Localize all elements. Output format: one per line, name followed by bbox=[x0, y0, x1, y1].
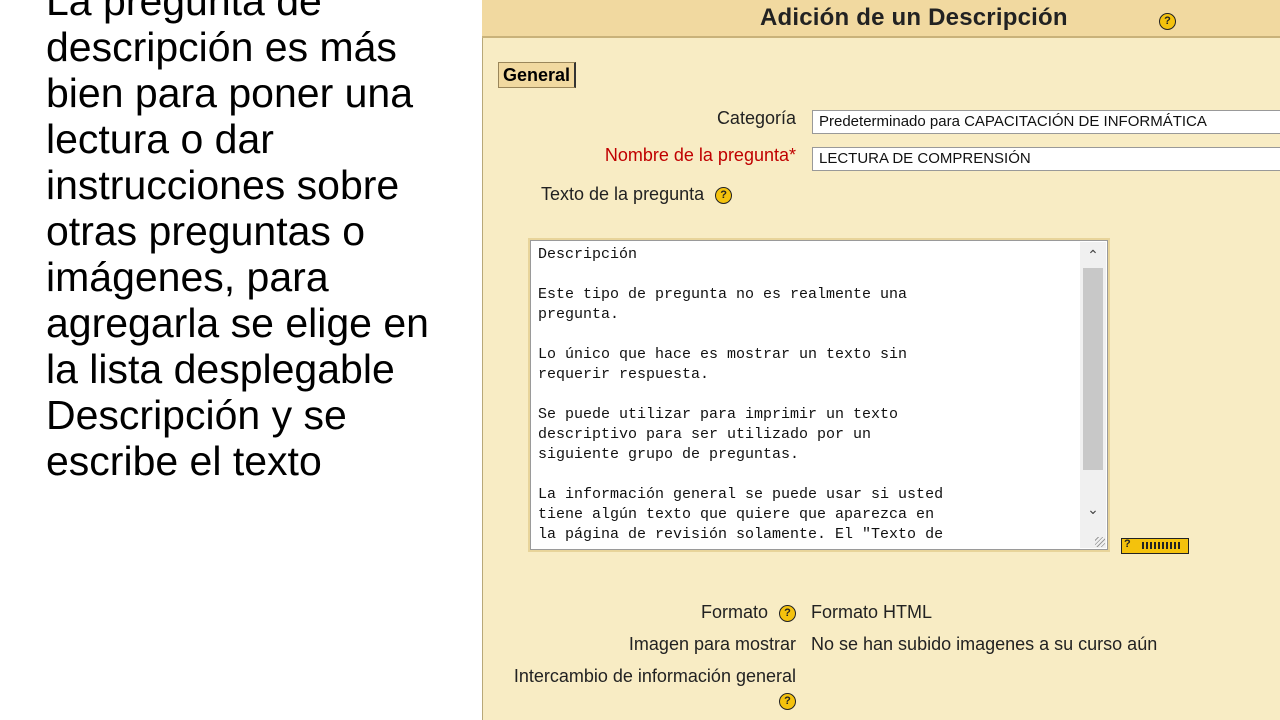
general-feedback-label: Intercambio de información general ? bbox=[496, 664, 796, 712]
moodle-question-form: Adición de un Descripción ? General Cate… bbox=[482, 0, 1280, 720]
help-icon[interactable]: ? bbox=[779, 604, 796, 622]
narration-text: La pregunta de descripción es más bien p… bbox=[46, 0, 429, 484]
help-icon: ? bbox=[1124, 538, 1131, 550]
chevron-down-icon[interactable]: ⌄ bbox=[1080, 496, 1106, 522]
format-label: Formato ? bbox=[701, 602, 796, 623]
image-label: Imagen para mostrar bbox=[628, 634, 796, 654]
question-name-label: Nombre de la pregunta* bbox=[604, 145, 796, 165]
textarea-scrollbar[interactable]: ⌃ ⌄ bbox=[1080, 242, 1106, 548]
resize-grip[interactable] bbox=[1095, 537, 1105, 547]
format-value: Formato HTML bbox=[811, 602, 933, 622]
keyboard-icon bbox=[1142, 542, 1182, 549]
scrollbar-thumb[interactable] bbox=[1083, 268, 1103, 470]
category-select[interactable]: Predeterminado para CAPACITACIÓN DE INFO… bbox=[812, 110, 1280, 134]
question-text-area[interactable]: Descripción Este tipo de pregunta no es … bbox=[530, 240, 1108, 550]
category-label: Categoría bbox=[716, 108, 796, 128]
chevron-up-icon[interactable]: ⌃ bbox=[1080, 242, 1106, 268]
panel-border bbox=[482, 0, 483, 720]
page-title: Adición de un Descripción bbox=[760, 4, 1068, 31]
help-icon[interactable]: ? bbox=[1159, 13, 1176, 30]
question-text-content: Descripción Este tipo de pregunta no es … bbox=[538, 246, 944, 543]
question-text-label-text: Texto de la pregunta bbox=[541, 184, 705, 204]
question-text-label: Texto de la pregunta ? bbox=[541, 184, 733, 205]
question-name-input[interactable]: LECTURA DE COMPRENSIÓN bbox=[812, 147, 1280, 171]
section-legend-general: General bbox=[498, 62, 577, 88]
help-icon[interactable]: ? bbox=[779, 692, 796, 710]
format-label-text: Formato bbox=[700, 602, 768, 622]
general-feedback-label-text: Intercambio de información general bbox=[513, 666, 796, 686]
editor-help-button[interactable]: ? bbox=[1121, 538, 1189, 554]
form-header: Adición de un Descripción ? bbox=[482, 0, 1280, 38]
image-value: No se han subido imagenes a su curso aún bbox=[811, 634, 1158, 654]
help-icon[interactable]: ? bbox=[715, 186, 733, 204]
